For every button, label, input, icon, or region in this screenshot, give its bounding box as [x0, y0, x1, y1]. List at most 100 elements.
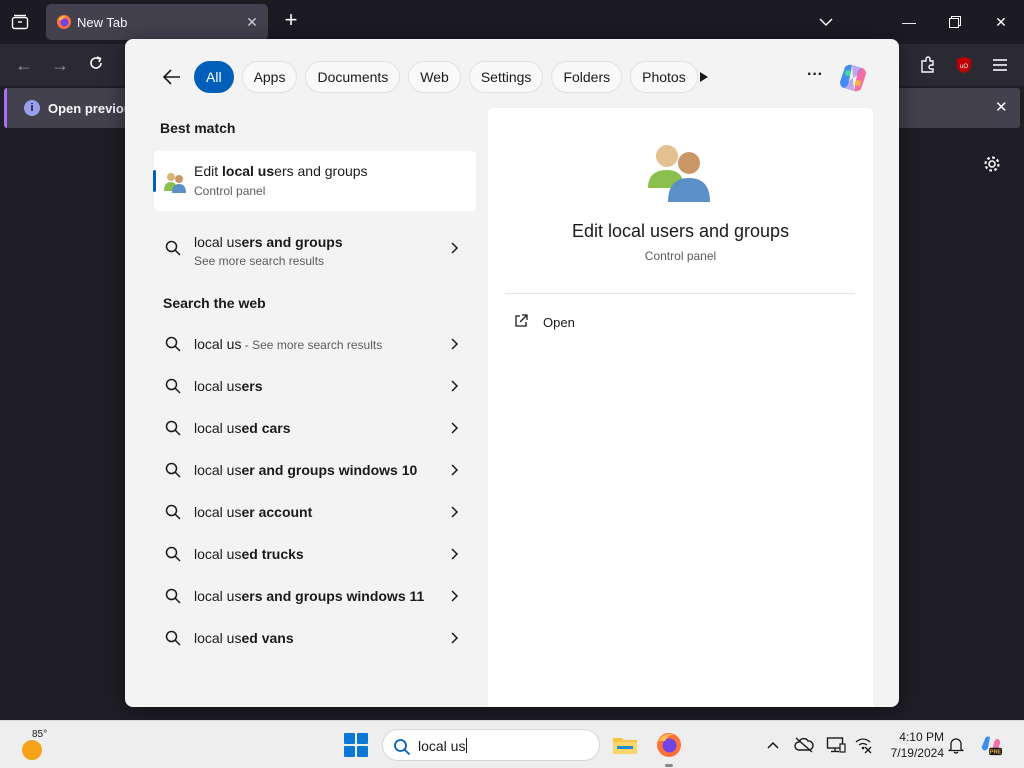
web-result-label: local used trucks — [194, 546, 304, 562]
notification-close-icon[interactable]: ✕ — [995, 98, 1008, 116]
ellipsis-icon: ··· — [807, 66, 823, 83]
tab-list-button[interactable] — [8, 10, 32, 34]
filter-all[interactable]: All — [194, 61, 234, 93]
arrow-right-icon: → — [51, 55, 69, 75]
web-result-row[interactable]: local user and groups windows 10 — [154, 449, 476, 491]
network-volume-tray-button[interactable] — [852, 734, 874, 756]
filter-web[interactable]: Web — [408, 61, 461, 93]
close-icon: ✕ — [995, 13, 1007, 30]
arrow-left-icon: ← — [15, 55, 33, 75]
search-web-heading: Search the web — [163, 295, 266, 311]
search-icon — [165, 462, 181, 478]
web-result-row[interactable]: local used trucks — [154, 533, 476, 575]
web-result-row[interactable]: local users and groups windows 11 — [154, 575, 476, 617]
more-options-button[interactable]: ··· — [803, 66, 827, 88]
web-result-label: local used cars — [194, 420, 291, 436]
filter-settings[interactable]: Settings — [468, 61, 544, 93]
ublock-button[interactable]: uO — [952, 54, 976, 76]
reload-button[interactable] — [84, 54, 108, 76]
running-indicator — [665, 764, 673, 767]
forward-nav-button[interactable]: → — [48, 54, 72, 76]
web-result-row[interactable]: local user account — [154, 491, 476, 533]
web-result-label: local user account — [194, 504, 313, 520]
clock-time: 4:10 PM — [899, 730, 944, 744]
filter-folders[interactable]: Folders — [551, 61, 623, 93]
filter-documents[interactable]: Documents — [305, 61, 401, 93]
result-subtitle: See more search results — [194, 254, 325, 268]
best-match-subtitle: Control panel — [194, 184, 266, 198]
info-icon: i — [24, 100, 40, 116]
file-explorer-taskbar-button[interactable] — [611, 731, 639, 759]
search-icon — [165, 336, 181, 352]
more-filters-button[interactable] — [693, 67, 713, 87]
filter-photos[interactable]: Photos — [630, 61, 698, 93]
chevron-up-icon — [767, 741, 779, 749]
taskbar-search-box[interactable]: local us — [382, 729, 600, 761]
copilot-taskbar-button[interactable]: PRE — [980, 734, 1002, 756]
web-result-row[interactable]: local used cars — [154, 407, 476, 449]
result-detail-pane: Edit local users and groups Control pane… — [488, 108, 873, 707]
search-icon — [165, 378, 181, 394]
best-match-result[interactable]: Edit local users and groups Control pane… — [153, 151, 476, 211]
web-result-label: local users and groups windows 11 — [194, 588, 425, 604]
tab-list-icon — [11, 14, 29, 30]
web-result-row[interactable]: local used vans — [154, 617, 476, 659]
firefox-icon — [657, 733, 681, 757]
cloud-offline-icon — [794, 737, 814, 753]
copilot-button[interactable] — [836, 61, 870, 95]
copilot-pre-icon: PRE — [981, 736, 1002, 756]
restore-button[interactable] — [932, 0, 978, 44]
new-tab-button[interactable]: + — [280, 9, 302, 32]
close-window-button[interactable]: ✕ — [978, 0, 1024, 44]
notifications-button[interactable] — [945, 734, 967, 756]
best-match-name: Edit local users and groups — [194, 163, 368, 179]
chevron-right-icon — [451, 338, 459, 350]
open-external-icon — [515, 314, 528, 327]
windows-logo-pane — [344, 746, 355, 757]
search-icon — [165, 420, 181, 436]
web-result-row[interactable]: local users — [154, 365, 476, 407]
search-icon — [165, 588, 181, 604]
extensions-button[interactable] — [916, 54, 940, 76]
app-menu-button[interactable] — [988, 54, 1012, 76]
filter-apps[interactable]: Apps — [241, 61, 298, 93]
start-button[interactable] — [344, 733, 368, 757]
svg-text:uO: uO — [960, 64, 968, 70]
onedrive-tray-button[interactable] — [793, 734, 815, 756]
users-group-icon — [164, 173, 186, 193]
firefox-taskbar-button[interactable] — [655, 731, 683, 767]
weather-widget[interactable]: 85° — [20, 728, 60, 762]
web-result-row[interactable]: local us - See more search results — [154, 323, 476, 365]
open-action-button[interactable]: Open — [513, 311, 713, 335]
network-disconnected-icon — [855, 738, 872, 754]
search-icon — [165, 240, 181, 256]
weather-temperature: 85° — [32, 729, 48, 740]
play-icon — [700, 72, 708, 82]
chevron-right-icon — [451, 422, 459, 434]
minimize-icon: — — [902, 14, 916, 30]
restore-icon — [949, 16, 961, 28]
puzzle-icon — [921, 56, 934, 73]
browser-tab[interactable]: New Tab ✕ — [46, 4, 268, 40]
search-icon — [165, 504, 181, 520]
reload-icon — [90, 56, 102, 69]
windows-logo-pane — [357, 733, 368, 744]
search-icon — [165, 546, 181, 562]
windows-logo-pane — [357, 746, 368, 757]
result-label: local users and groups — [194, 234, 343, 250]
customize-new-tab-button[interactable] — [982, 154, 1004, 176]
display-tray-button[interactable] — [825, 734, 847, 756]
show-hidden-icons-button[interactable] — [762, 734, 784, 756]
search-icon — [165, 630, 181, 646]
taskbar-search-input[interactable]: local us — [418, 738, 468, 754]
hamburger-menu-icon — [993, 59, 1007, 71]
tab-close-icon[interactable]: ✕ — [243, 13, 261, 31]
list-all-tabs-button[interactable] — [816, 12, 836, 32]
clock-date: 7/19/2024 — [890, 746, 944, 760]
more-results-row[interactable]: local users and groups See more search r… — [154, 227, 476, 269]
back-nav-button[interactable]: ← — [12, 54, 36, 76]
system-clock[interactable]: 4:10 PM 7/19/2024 — [880, 729, 944, 761]
chevron-right-icon — [451, 632, 459, 644]
minimize-button[interactable]: — — [886, 0, 932, 44]
search-back-button[interactable] — [161, 66, 183, 88]
